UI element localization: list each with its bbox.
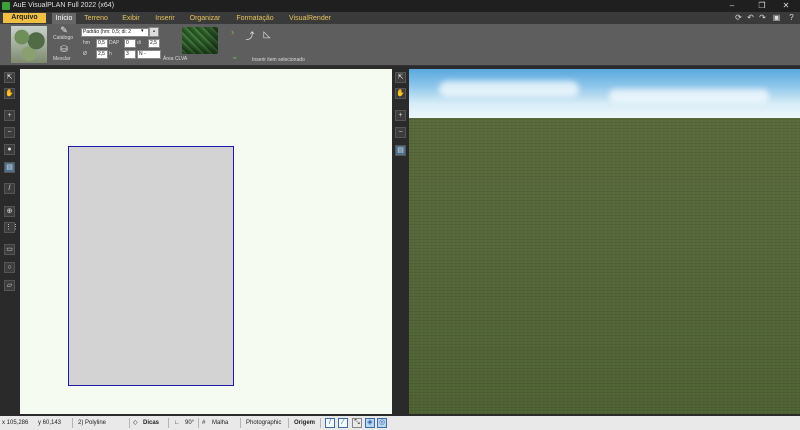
chevron-down-icon[interactable]: ⌄ [231,51,239,62]
n-select[interactable]: N - [137,50,161,59]
tab-exibir[interactable]: Exibir [120,13,142,24]
dap-label: DAP [109,40,120,46]
save-preset-icon[interactable]: ▪ [149,27,159,37]
preset-select[interactable]: Padrão (hm: 0,5; di: 2 [81,28,149,37]
cloud [439,81,579,97]
divider [72,418,73,428]
hm-field[interactable]: 0,5 [96,39,108,48]
tangent-snap-icon[interactable]: ⁄ [338,418,348,428]
merge-label[interactable]: Mesclar [53,56,71,62]
pointer-icon[interactable]: ⇱ [395,72,406,83]
zoom-out-icon[interactable]: − [4,127,15,138]
view-3d[interactable] [409,69,800,414]
tab-inserir[interactable]: Inserir [153,13,177,24]
tips-button[interactable]: Dicas [143,416,159,430]
redo-icon[interactable]: ↷ [757,12,768,24]
hand-icon[interactable]: ✋ [395,88,406,99]
area-label: Área CLVA [163,56,188,62]
diameter-field[interactable]: 2,5 [96,50,108,59]
measure-icon[interactable]: ⤡ [352,418,362,428]
status-bar: x 105,286 y 60,143 2) Polyline ◇ Dicas ∟… [0,416,800,430]
tab-visualrender[interactable]: VisualRender [289,13,331,24]
di-label: di [137,40,141,46]
rectangle-icon[interactable]: ▭ [4,244,15,255]
h-field[interactable]: 3 [124,50,136,59]
tab-terreno[interactable]: Terreno [82,13,110,24]
insert-hint: Inserir item selecionado [252,57,305,63]
line-snap-icon[interactable]: / [325,418,335,428]
draw-mode[interactable]: 2) Polyline [78,416,106,430]
di-field[interactable]: 2,5 [148,39,160,48]
chevron-right-icon[interactable]: › [231,27,234,37]
dap-field[interactable]: 0 [124,39,136,48]
circle-icon[interactable]: ○ [4,262,15,273]
view-icon[interactable]: ▤ [4,162,15,173]
snap-icon[interactable]: ⊕ [4,206,15,217]
refresh-icon[interactable]: ⟳ [733,12,744,24]
origin-button[interactable]: Origem [294,416,315,430]
tab-organizar[interactable]: Organizar [188,13,222,24]
merge-icon[interactable]: ⛁ [57,44,71,55]
tag-icon: ◇ [133,420,138,426]
zoom-in-icon[interactable]: + [395,110,406,121]
object-snap-icon[interactable]: ◈ [365,418,375,428]
divider [240,418,241,428]
insert-icon[interactable]: ⤴ [244,29,256,42]
divider [129,418,130,428]
render-mode[interactable]: Photographic [246,416,281,430]
angle-value[interactable]: 90° [185,416,194,430]
window-title: AuE VisualPLAN Full 2022 (x64) [13,2,115,9]
pointer-icon[interactable]: ⇱ [4,72,15,83]
zoom-in-icon[interactable]: + [4,110,15,121]
app-icon [2,2,10,10]
zoom-out-icon[interactable]: − [395,127,406,138]
divider [198,418,199,428]
texture-preview[interactable] [182,27,218,54]
tab-formatacao[interactable]: Formatação [236,13,274,24]
save-icon[interactable]: ▣ [771,12,782,24]
x-coordinate: x 105,286 [2,420,29,426]
close-icon[interactable]: ✕ [772,0,800,12]
hm-label: hm [83,40,90,46]
polygon-icon[interactable]: ▱ [4,280,15,291]
h-label: h [109,51,112,57]
place-icon[interactable]: ◺ [261,29,273,40]
undo-icon[interactable]: ↶ [745,12,756,24]
cloud [609,89,769,103]
pencil-icon[interactable]: / [4,183,15,194]
help-icon[interactable]: ? [786,12,797,24]
y-coordinate: y 60,143 [38,420,62,426]
ribbon-tabs: Arquivo Início Terreno Exibir Inserir Or… [0,12,800,24]
minimize-icon[interactable]: – [718,0,746,12]
plan-area-shape[interactable] [68,146,234,386]
angle-icon: ∟ [174,420,180,426]
hand-icon[interactable]: ✋ [4,88,15,99]
vegetation-thumbnail[interactable] [11,26,47,63]
grid-icon: # [202,420,206,426]
grid-toggle[interactable]: Malha [212,416,228,430]
select-area-icon[interactable]: ⋮⋮ [4,222,19,233]
divider [288,418,289,428]
tab-inicio[interactable]: Início [52,13,76,24]
catalog-label[interactable]: Catálogo [53,35,73,41]
zoom-fit-icon[interactable]: ● [4,144,15,155]
chevron-down-icon[interactable]: ▾ [141,28,144,34]
divider [168,418,169,428]
view-icon[interactable]: ▤ [395,145,406,156]
title-bar: AuE VisualPLAN Full 2022 (x64) – ❐ ✕ [0,0,800,12]
file-tab[interactable]: Arquivo [3,13,46,23]
divider [320,418,321,428]
diameter-label: Ø [83,51,87,57]
center-snap-icon[interactable]: ◎ [377,418,387,428]
ground-texture [409,118,800,414]
